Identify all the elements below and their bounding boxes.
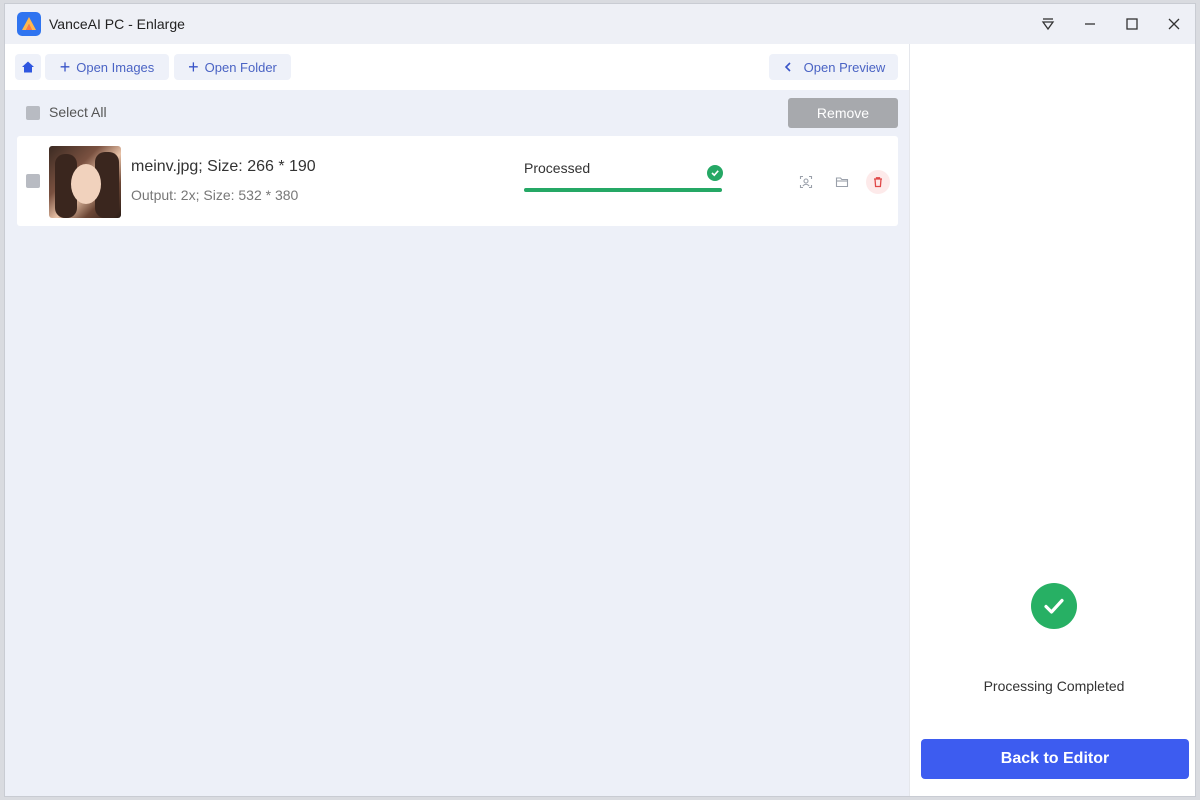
file-list-area: Select All Remove meinv.jpg; Size: 266 *… [5, 90, 909, 796]
result-panel: Processing Completed Back to Editor [909, 44, 1195, 796]
open-folder-button[interactable]: + Open Folder [174, 54, 291, 80]
scan-button[interactable] [794, 170, 818, 194]
window-title: VanceAI PC - Enlarge [49, 16, 185, 32]
select-row: Select All Remove [5, 90, 909, 134]
chevron-left-icon [784, 62, 791, 72]
app-window: VanceAI PC - Enlarge + Open Images + Ope… [4, 3, 1196, 797]
list-item: meinv.jpg; Size: 266 * 190 Output: 2x; S… [17, 136, 898, 226]
open-preview-label: Open Preview [803, 59, 886, 75]
minimize-button[interactable] [1069, 4, 1111, 44]
plus-icon: + [188, 57, 199, 77]
processing-status-text: Processing Completed [983, 678, 1125, 694]
back-to-editor-button[interactable]: Back to Editor [921, 739, 1189, 779]
plus-icon: + [59, 57, 71, 77]
dropdown-button[interactable] [1027, 4, 1069, 44]
toolbar: + Open Images + Open Folder Open Preview [5, 44, 909, 90]
remove-button[interactable]: Remove [788, 98, 898, 128]
minimize-icon [1085, 23, 1095, 25]
dropdown-icon [1041, 18, 1055, 31]
folder-icon [835, 177, 849, 188]
open-folder-item-button[interactable] [830, 170, 854, 194]
item-checkbox[interactable] [26, 174, 40, 188]
select-all-label: Select All [49, 104, 107, 120]
file-output: Output: 2x; Size: 532 * 380 [131, 187, 299, 203]
main-panel: + Open Images + Open Folder Open Preview… [5, 44, 909, 796]
select-all-checkbox[interactable] [26, 106, 40, 120]
progress-fill [524, 188, 722, 192]
open-images-button[interactable]: + Open Images [45, 54, 169, 80]
image-thumbnail [49, 146, 121, 218]
vanceai-logo-icon [17, 12, 41, 36]
status-label: Processed [524, 160, 591, 176]
close-button[interactable] [1153, 4, 1195, 44]
open-preview-button[interactable]: Open Preview [769, 54, 898, 80]
open-images-label: Open Images [76, 59, 155, 75]
home-button[interactable] [15, 54, 41, 80]
maximize-icon [1126, 18, 1138, 30]
file-name: meinv.jpg; Size: 266 * 190 [131, 158, 316, 175]
success-check-icon [1031, 583, 1077, 629]
close-icon [1168, 18, 1180, 30]
scan-icon [799, 175, 813, 189]
home-icon [22, 61, 34, 73]
open-folder-label: Open Folder [204, 59, 277, 75]
check-circle-icon [707, 165, 723, 181]
progress-bar [524, 188, 722, 192]
window-controls [1027, 4, 1195, 44]
delete-icon [874, 177, 882, 188]
delete-button[interactable] [866, 170, 890, 194]
maximize-button[interactable] [1111, 4, 1153, 44]
title-bar: VanceAI PC - Enlarge [5, 4, 1195, 44]
